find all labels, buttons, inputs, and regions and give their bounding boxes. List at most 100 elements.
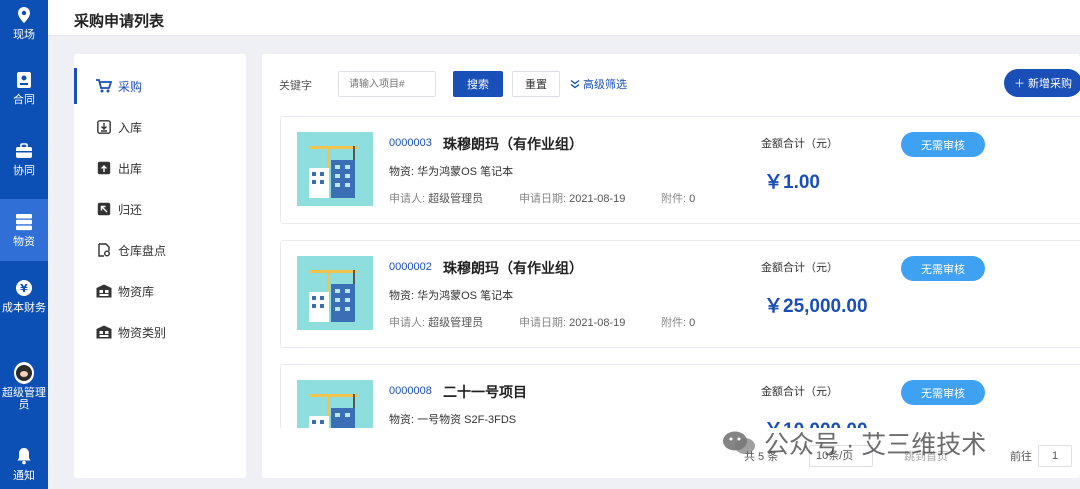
subnav-item-outbound[interactable]: 出库 [74,150,246,186]
record-id[interactable]: 0000008 [389,385,432,397]
watermark: 公众号 · 艾三维技术 [722,425,986,461]
applicant: 申请人: 超级管理员 [389,190,483,206]
nav-item-materials[interactable]: 物资 [0,199,48,261]
nav-item-label: 通知 [13,470,35,482]
subnav-item-label: 归还 [118,202,143,217]
nav-item-site[interactable]: 现场 [0,0,48,54]
attachments-label: 附件: [661,317,687,329]
double-chevron-down-icon [570,79,580,89]
materials-subnav: 采购 入库 出库 归还 仓库盘点 物资库 物资类别 [74,54,246,478]
material-label: 物资: [389,166,415,178]
keyword-label: 关键字 [279,80,312,92]
contract-icon [14,70,34,90]
applicant-value: 超级管理员 [428,317,484,329]
subnav-item-purchase[interactable]: 采购 [74,68,246,104]
attachments-count: 0 [689,317,696,329]
subnav-item-return[interactable]: 归还 [74,191,246,227]
material-label: 物资: [389,414,415,426]
attachments-label: 附件: [661,193,687,205]
purchase-card[interactable]: 0000002 珠穆朗玛（有作业组） 物资: 华为鸿蒙OS 笔记本 申请人: 超… [280,240,1080,348]
bell-icon [14,446,34,466]
page-header: 采购申请列表 [48,0,1080,36]
subnav-item-warehouse[interactable]: 物资库 [74,273,246,309]
amount-total: ￥1.00 [764,172,820,193]
record-id[interactable]: 0000003 [389,137,432,149]
main-nav: 现场 合同 协同 物资 ¥ 成本财务 超级管理员 通知 [0,0,48,489]
nav-item-collab[interactable]: 协同 [0,128,48,190]
amount-label: 金额合计（元） [761,262,838,274]
return-icon [96,201,112,217]
nav-item-label: 现场 [13,29,35,41]
project-name: 二十一号项目 [443,384,527,400]
nav-item-contract[interactable]: 合同 [0,57,48,119]
apply-date: 申请日期: 2021-08-19 [519,314,625,330]
reset-button[interactable]: 重置 [512,71,560,97]
subnav-item-inventory[interactable]: 仓库盘点 [74,232,246,268]
nav-item-label: 超级管理员 [2,387,46,411]
avatar-icon [14,362,34,384]
date-label: 申请日期: [519,193,567,205]
attachments-count: 0 [689,193,696,205]
material-text: 物资: 华为鸿蒙OS 笔记本 [389,287,513,303]
warehouse-icon [96,283,112,299]
nav-item-label: 协同 [13,165,35,177]
attachments: 附件: 0 [661,190,695,206]
construction-thumbnail [297,132,373,206]
status-badge: 无需审核 [901,132,985,157]
add-purchase-button[interactable]: ＋ 新增采购 [1004,69,1080,97]
nav-item-label: 成本财务 [2,302,46,314]
date-value: 2021-08-19 [569,193,626,205]
material-value: 一号物资 S2F-3FDS [417,414,517,426]
nav-item-notify[interactable]: 通知 [0,433,48,489]
nav-item-admin[interactable]: 超级管理员 [0,352,48,422]
material-value: 华为鸿蒙OS 笔记本 [417,290,514,302]
date-label: 申请日期: [519,317,567,329]
status-badge: 无需审核 [901,380,985,405]
advanced-filter-label: 高级筛选 [583,79,627,91]
subnav-item-inbound[interactable]: 入库 [74,109,246,145]
outbound-icon [96,160,112,176]
subnav-item-label: 出库 [118,161,143,176]
purchase-card[interactable]: 0000003 珠穆朗玛（有作业组） 物资: 华为鸿蒙OS 笔记本 申请人: 超… [280,116,1080,224]
status-badge: 无需审核 [901,256,985,281]
subnav-item-label: 物资类别 [118,325,167,340]
applicant-label: 申请人: [389,193,426,205]
subnav-item-category[interactable]: 物资类别 [74,314,246,350]
goto-label: 前往 [1010,451,1032,463]
yen-icon: ¥ [14,278,34,298]
subnav-item-label: 仓库盘点 [118,243,167,258]
svg-text:¥: ¥ [20,282,28,295]
purchase-list-panel: 关键字 搜索 重置 高级筛选 ＋ 新增采购 0000003 珠穆朗玛（有作业组）… [262,54,1080,478]
applicant-value: 超级管理员 [428,193,484,205]
amount-label: 金额合计（元） [761,138,838,150]
project-name: 珠穆朗玛（有作业组） [443,260,583,276]
material-text: 物资: 一号物资 S2F-3FDS [389,411,516,427]
amount-label: 金额合计（元） [761,386,838,398]
keyword-input[interactable] [338,71,436,97]
inbound-icon [96,119,112,135]
nav-item-label: 合同 [13,94,35,106]
date-value: 2021-08-19 [569,317,626,329]
construction-thumbnail [297,256,373,330]
subnav-item-label: 入库 [118,120,143,135]
attachments: 附件: 0 [661,314,695,330]
advanced-filter-link[interactable]: 高级筛选 [570,76,627,92]
location-pin-icon [14,5,34,25]
applicant: 申请人: 超级管理员 [389,314,483,330]
apply-date: 申请日期: 2021-08-19 [519,190,625,206]
page-input[interactable]: 1 [1038,445,1072,467]
cart-icon [96,78,112,94]
project-name: 珠穆朗玛（有作业组） [443,136,583,152]
material-label: 物资: [389,290,415,302]
search-button[interactable]: 搜索 [453,71,503,97]
applicant-label: 申请人: [389,317,426,329]
material-value: 华为鸿蒙OS 笔记本 [417,166,514,178]
materials-icon [14,212,34,232]
amount-total: ￥25,000.00 [764,296,868,317]
nav-item-cost-finance[interactable]: ¥ 成本财务 [0,265,48,327]
wechat-logo-icon [723,431,755,454]
record-id[interactable]: 0000002 [389,261,432,273]
nav-item-label: 物资 [13,236,35,248]
inventory-icon [96,242,112,258]
page-title: 采购申请列表 [74,13,165,30]
